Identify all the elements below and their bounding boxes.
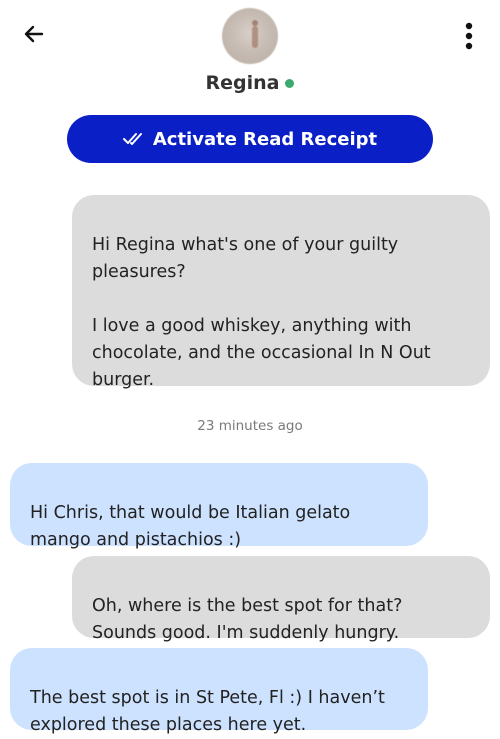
- back-button[interactable]: [18, 18, 50, 50]
- read-receipt-label: Activate Read Receipt: [152, 128, 378, 150]
- more-vertical-icon: [465, 22, 473, 50]
- message-text: Hi Chris, that would be Italian gelato m…: [30, 503, 351, 550]
- more-options-button[interactable]: [455, 18, 483, 54]
- avatar[interactable]: [222, 8, 278, 64]
- message-timestamp: 23 minutes ago: [197, 418, 303, 434]
- message-bubble-outgoing[interactable]: Oh, where is the best spot for that? Sou…: [72, 556, 490, 643]
- message-text: Oh, where is the best spot for that? Sou…: [92, 596, 403, 643]
- contact-name[interactable]: Regina: [206, 72, 280, 94]
- online-status-dot: [285, 79, 295, 88]
- arrow-left-icon: [24, 25, 44, 43]
- message-text: The best spot is in St Pete, Fl :) I hav…: [30, 688, 385, 735]
- message-bubble-incoming[interactable]: The best spot is in St Pete, Fl :) I hav…: [10, 648, 428, 735]
- double-check-icon: [122, 133, 142, 145]
- contact-name-row: Regina: [0, 70, 500, 96]
- message-bubble-incoming[interactable]: Hi Chris, that would be Italian gelato m…: [10, 463, 428, 550]
- activate-read-receipt-button[interactable]: Activate Read Receipt: [67, 115, 433, 163]
- chat-header: Regina: [0, 0, 500, 110]
- message-text: Hi Regina what's one of your guilty plea…: [92, 235, 431, 390]
- message-bubble-outgoing[interactable]: Hi Regina what's one of your guilty plea…: [72, 195, 490, 390]
